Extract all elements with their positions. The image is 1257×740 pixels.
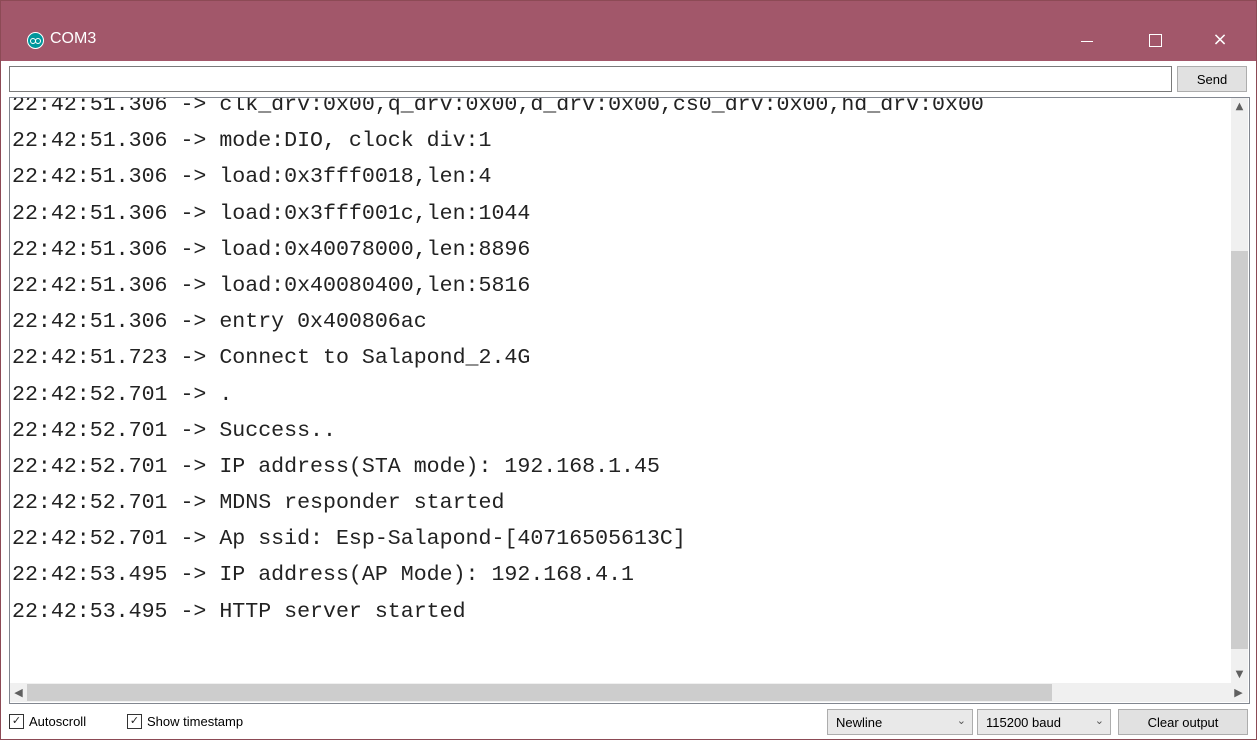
bottom-toolbar: ✓ Autoscroll ✓ Show timestamp Newline ⌄ … <box>1 706 1256 739</box>
scroll-left-icon[interactable]: ◀ <box>10 684 27 701</box>
output-line: 22:42:52.701 -> . <box>12 382 233 407</box>
output-line: 22:42:53.495 -> HTTP server started <box>12 599 466 624</box>
chevron-down-icon: ⌄ <box>956 715 966 727</box>
vertical-scrollbar[interactable]: ▲ ▼ <box>1231 98 1248 683</box>
send-input[interactable] <box>9 66 1172 92</box>
show-timestamp-label: Show timestamp <box>147 714 244 729</box>
line-ending-value: Newline <box>836 715 883 730</box>
minimize-icon <box>1081 41 1093 42</box>
arduino-icon <box>27 32 44 49</box>
output-line: 22:42:53.495 -> IP address(AP Mode): 192… <box>12 563 635 588</box>
autoscroll-checkbox[interactable]: ✓ <box>9 714 24 729</box>
minimize-button[interactable] <box>1064 19 1110 61</box>
maximize-button[interactable] <box>1132 19 1178 61</box>
output-line: 22:42:51.306 -> mode:DIO, clock div:1 <box>12 129 492 154</box>
output-line: 22:42:51.306 -> entry 0x400806ac <box>12 310 427 335</box>
clear-output-button[interactable]: Clear output <box>1118 709 1248 735</box>
send-button[interactable]: Send <box>1177 66 1247 92</box>
close-icon: × <box>1212 29 1228 50</box>
line-ending-select[interactable]: Newline ⌄ <box>827 709 973 735</box>
output-line: 22:42:51.723 -> Connect to Salapond_2.4G <box>12 346 531 371</box>
show-timestamp-checkbox[interactable]: ✓ <box>127 714 142 729</box>
output-line: 22:42:51.306 -> load:0x40080400,len:5816 <box>12 273 531 298</box>
serial-output[interactable]: 22:42:51.306 -> clk_drv:0x00,q_drv:0x00,… <box>9 97 1250 704</box>
output-line: 22:42:52.701 -> Ap ssid: Esp-Salapond-[4… <box>12 527 686 552</box>
output-line: 22:42:52.701 -> MDNS responder started <box>12 491 505 516</box>
send-row: Send <box>1 61 1256 97</box>
baud-rate-select[interactable]: 115200 baud ⌄ <box>977 709 1111 735</box>
autoscroll-label: Autoscroll <box>29 714 87 729</box>
window-title: COM3 <box>50 30 97 47</box>
title-bar[interactable]: COM3 × <box>1 1 1256 61</box>
baud-rate-value: 115200 baud <box>986 715 1061 730</box>
output-line: 22:42:51.306 -> load:0x3fff0018,len:4 <box>12 165 492 190</box>
vertical-scroll-thumb[interactable] <box>1231 251 1248 649</box>
serial-monitor-window: COM3 × Send 22:42:51.306 -> clk_drv:0x00… <box>0 0 1257 740</box>
scroll-up-icon[interactable]: ▲ <box>1231 98 1248 115</box>
maximize-icon <box>1149 34 1162 47</box>
output-log: 22:42:51.306 -> clk_drv:0x00,q_drv:0x00,… <box>12 97 1230 630</box>
output-line: 22:42:51.306 -> load:0x3fff001c,len:1044 <box>12 201 531 226</box>
close-button[interactable]: × <box>1197 19 1243 61</box>
output-line: 22:42:52.701 -> Success.. <box>12 418 336 443</box>
chevron-down-icon: ⌄ <box>1094 715 1104 727</box>
output-line: 22:42:52.701 -> IP address(STA mode): 19… <box>12 454 660 479</box>
scroll-right-icon[interactable]: ▶ <box>1230 684 1247 701</box>
output-line: 22:42:51.306 -> clk_drv:0x00,q_drv:0x00,… <box>12 97 984 117</box>
scroll-down-icon[interactable]: ▼ <box>1231 666 1248 683</box>
horizontal-scrollbar[interactable]: ◀ ▶ <box>10 683 1248 702</box>
horizontal-scroll-thumb[interactable] <box>27 684 1052 701</box>
output-line: 22:42:51.306 -> load:0x40078000,len:8896 <box>12 237 531 262</box>
